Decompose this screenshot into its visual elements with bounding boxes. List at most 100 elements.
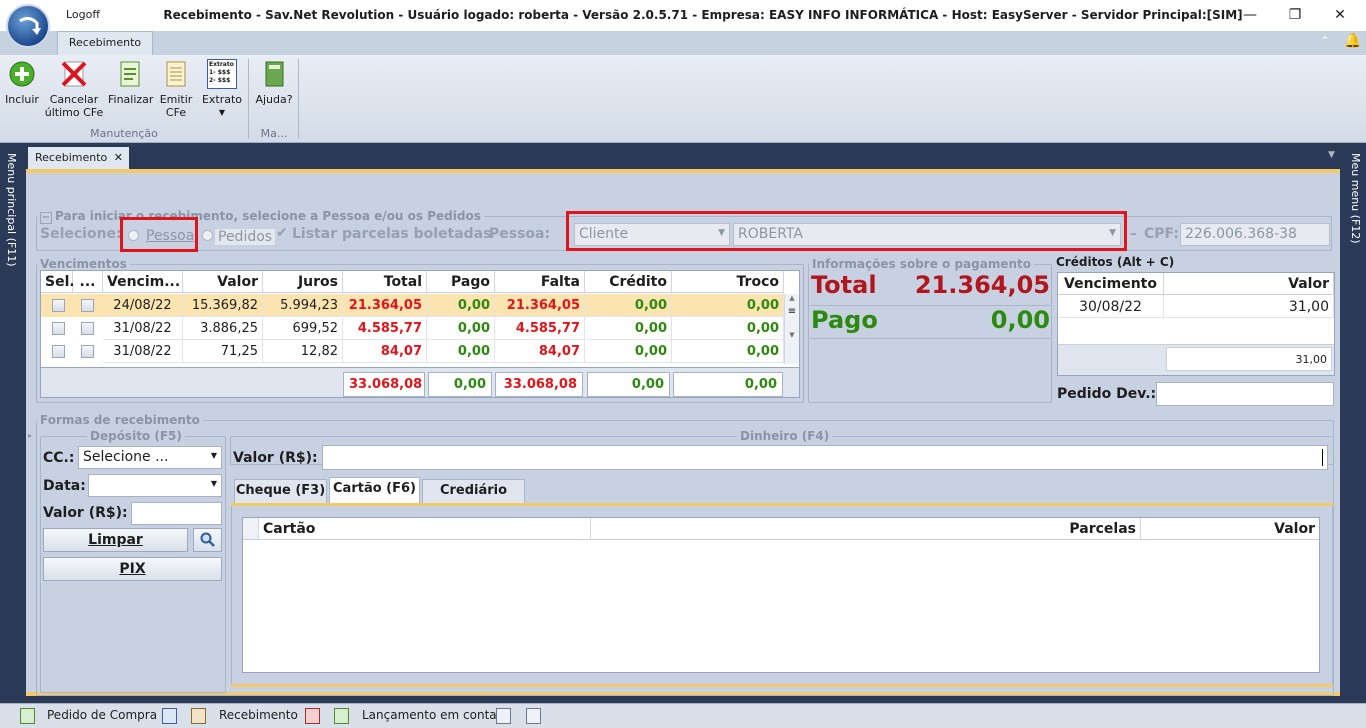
data-picker[interactable]: ▼ <box>88 474 222 497</box>
col-cartao[interactable]: Cartão <box>259 518 591 540</box>
cell-venc[interactable]: 31/08/22 <box>103 317 183 340</box>
cred-row-valor[interactable]: 31,00 <box>1164 295 1334 318</box>
cell-juros[interactable]: 5.994,23 <box>263 294 343 317</box>
radio-pedidos[interactable] <box>202 230 213 241</box>
cell-total[interactable]: 4.585,77 <box>343 317 427 340</box>
col-cred-valor[interactable]: Valor <box>1164 273 1334 295</box>
status-recebimento[interactable]: Recebimento <box>219 708 298 722</box>
content-area: − Para iniciar o recebimento, selecione a… <box>26 169 1340 696</box>
red-report-icon[interactable] <box>305 708 320 724</box>
row-detail-checkbox[interactable] <box>81 299 94 312</box>
collapse-ribbon-icon[interactable]: ⌃ <box>1320 34 1330 48</box>
cell-troco[interactable]: 0,00 <box>672 294 784 317</box>
green-sheet-icon[interactable] <box>334 708 349 724</box>
dinheiro-valor-input[interactable] <box>322 445 1328 470</box>
cell-valor[interactable]: 15.369,82 <box>183 294 263 317</box>
col-total[interactable]: Total <box>343 271 427 293</box>
minimize-button[interactable]: — <box>1230 4 1270 26</box>
cell-falta[interactable]: 4.585,77 <box>495 317 585 340</box>
col-troco[interactable]: Troco <box>672 271 784 293</box>
add-document-icon[interactable] <box>162 708 177 724</box>
cell-venc[interactable]: 31/08/22 <box>103 340 183 363</box>
people-icon[interactable] <box>191 708 206 724</box>
cell-venc[interactable]: 24/08/22 <box>103 294 183 317</box>
cell-total[interactable]: 21.364,05 <box>343 294 427 317</box>
row-select-checkbox[interactable] <box>52 322 65 335</box>
status-lancamento[interactable]: Lançamento em conta <box>362 708 497 722</box>
cancelar-cfe-button[interactable]: Cancelar último CFe <box>44 59 104 119</box>
extrato-button[interactable]: Extrato 1- $$$ 2- $$$ Extrato ▼ <box>200 59 244 119</box>
app-logo-icon[interactable] <box>6 4 50 48</box>
row-select-checkbox[interactable] <box>52 299 65 312</box>
cc-select[interactable]: Selecione ... ▼ <box>78 446 222 469</box>
limpar-button[interactable]: Limpar <box>43 528 188 552</box>
cpf-field[interactable]: 226.006.368-38 <box>1180 223 1330 246</box>
finalizar-button[interactable]: Finalizar <box>108 59 153 106</box>
grid-icon[interactable] <box>496 708 511 724</box>
cell-valor[interactable]: 3.886,25 <box>183 317 263 340</box>
collapse-icon[interactable]: − <box>40 212 52 224</box>
tab-crediario[interactable]: Crediário (F7) <box>422 479 525 520</box>
pedido-dev-label: Pedido Dev.: <box>1057 386 1157 402</box>
maximize-button[interactable]: ❐ <box>1275 4 1315 26</box>
tab-list-arrow-icon[interactable]: ▼ <box>1328 150 1335 160</box>
status-pedido-compra[interactable]: Pedido de Compra <box>47 708 157 722</box>
close-button[interactable]: ✕ <box>1320 4 1360 26</box>
col-credito[interactable]: Crédito <box>585 271 672 293</box>
ajuda-button[interactable]: Ajuda? <box>254 59 294 106</box>
cell-juros[interactable]: 12,82 <box>263 340 343 363</box>
cell-falta[interactable]: 84,07 <box>495 340 585 363</box>
emitir-cfe-button[interactable]: Emitir CFe <box>156 59 196 119</box>
purchase-order-icon[interactable] <box>20 708 35 724</box>
cell-credito[interactable]: 0,00 <box>585 294 672 317</box>
cell-valor[interactable]: 71,25 <box>183 340 263 363</box>
meu-menu-strip[interactable]: Meu menu (F12) <box>1344 143 1366 703</box>
row-detail-checkbox[interactable] <box>81 345 94 358</box>
cell-pago[interactable]: 0,00 <box>427 294 495 317</box>
cell-total[interactable]: 84,07 <box>343 340 427 363</box>
col-cartao-valor[interactable]: Valor <box>1141 518 1319 540</box>
cell-troco[interactable]: 0,00 <box>672 340 784 363</box>
ribbon-tab-recebimento[interactable]: Recebimento <box>57 31 153 55</box>
incluir-button[interactable]: Incluir <box>4 59 40 106</box>
group-label-manutencao: Manutenção <box>90 127 158 140</box>
deposito-valor-input[interactable] <box>131 502 222 525</box>
document-tab-recebimento[interactable]: Recebimento ✕ <box>28 147 129 169</box>
close-tab-icon[interactable]: ✕ <box>114 147 123 169</box>
pix-button[interactable]: PIX <box>43 557 222 581</box>
deposito-valor-label: Valor (R$): <box>43 505 128 521</box>
menu-principal-strip[interactable]: Menu principal (F11) <box>0 143 22 703</box>
cell-credito[interactable]: 0,00 <box>585 317 672 340</box>
pedido-dev-input[interactable] <box>1156 382 1334 406</box>
cell-troco[interactable]: 0,00 <box>672 317 784 340</box>
cell-pago[interactable]: 0,00 <box>427 340 495 363</box>
cell-juros[interactable]: 699,52 <box>263 317 343 340</box>
row-select-checkbox[interactable] <box>52 345 65 358</box>
cell-pago[interactable]: 0,00 <box>427 317 495 340</box>
col-cred-vencimento[interactable]: Vencimento <box>1058 273 1164 295</box>
col-pago[interactable]: Pago <box>427 271 495 293</box>
cred-row-venc[interactable]: 30/08/22 <box>1058 295 1164 318</box>
search-button[interactable] <box>193 528 222 552</box>
total-value: 21.364,05 <box>914 271 1050 299</box>
tab-cartao[interactable]: Cartão (F6) <box>329 477 420 503</box>
col-more[interactable]: ... <box>73 271 103 293</box>
chevron-down-icon: ▼ <box>210 451 217 460</box>
bell-icon[interactable]: 🔔 <box>1344 33 1361 49</box>
cell-falta[interactable]: 21.364,05 <box>495 294 585 317</box>
col-vencimento[interactable]: Vencim... <box>103 271 183 293</box>
col-valor[interactable]: Valor <box>183 271 263 293</box>
row-detail-checkbox[interactable] <box>81 322 94 335</box>
total-falta: 33.068,08 <box>495 372 583 397</box>
table-scrollbar[interactable]: ▲ ≡ ▼ <box>784 294 799 364</box>
list-icon[interactable] <box>526 708 541 724</box>
listar-checkbox[interactable]: ✔ <box>276 225 288 241</box>
col-juros[interactable]: Juros <box>263 271 343 293</box>
tab-cheque[interactable]: Cheque (F3) <box>234 479 327 503</box>
col-sel[interactable]: Sel. <box>41 271 75 293</box>
col-parcelas[interactable]: Parcelas <box>591 518 1141 540</box>
col-falta[interactable]: Falta <box>495 271 585 293</box>
expand-arrow-icon[interactable]: ▸ <box>28 431 32 440</box>
total-troco: 0,00 <box>673 372 783 397</box>
cell-credito[interactable]: 0,00 <box>585 340 672 363</box>
